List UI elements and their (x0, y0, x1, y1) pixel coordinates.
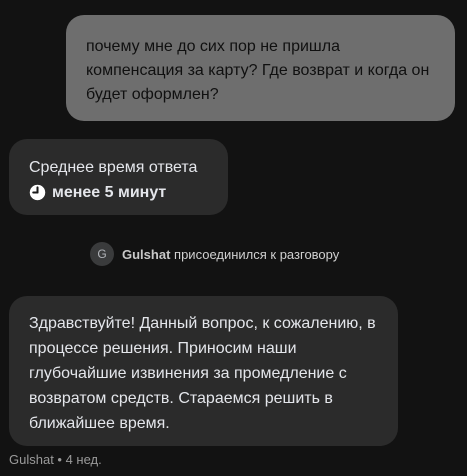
response-time-value: менее 5 минут (52, 184, 167, 201)
agent-name: Gulshat (122, 246, 171, 262)
agent-message-bubble[interactable]: Здравствуйте! Данный вопрос, к сожалению… (9, 296, 398, 446)
chat-thread: почему мне до сих пор не пришла компенса… (0, 0, 467, 476)
agent-message-meta: Gulshat • 4 нед. (9, 452, 102, 467)
clock-icon (29, 184, 46, 201)
agent-message-text: Здравствуйте! Данный вопрос, к сожалению… (29, 315, 376, 432)
response-time-label: Среднее время ответа (29, 159, 198, 176)
user-message-bubble[interactable]: почему мне до сих пор не пришла компенса… (66, 15, 455, 121)
user-message-text: почему мне до сих пор не пришла компенса… (86, 38, 430, 103)
agent-joined-text: присоединился к разговору (174, 246, 340, 262)
response-time-bubble: Среднее время ответа менее 5 минут (9, 139, 228, 215)
agent-avatar[interactable]: G (90, 242, 114, 266)
response-time-row: менее 5 минут (29, 180, 228, 205)
agent-joined-notice: G Gulshat присоединился к разговору (90, 242, 339, 266)
